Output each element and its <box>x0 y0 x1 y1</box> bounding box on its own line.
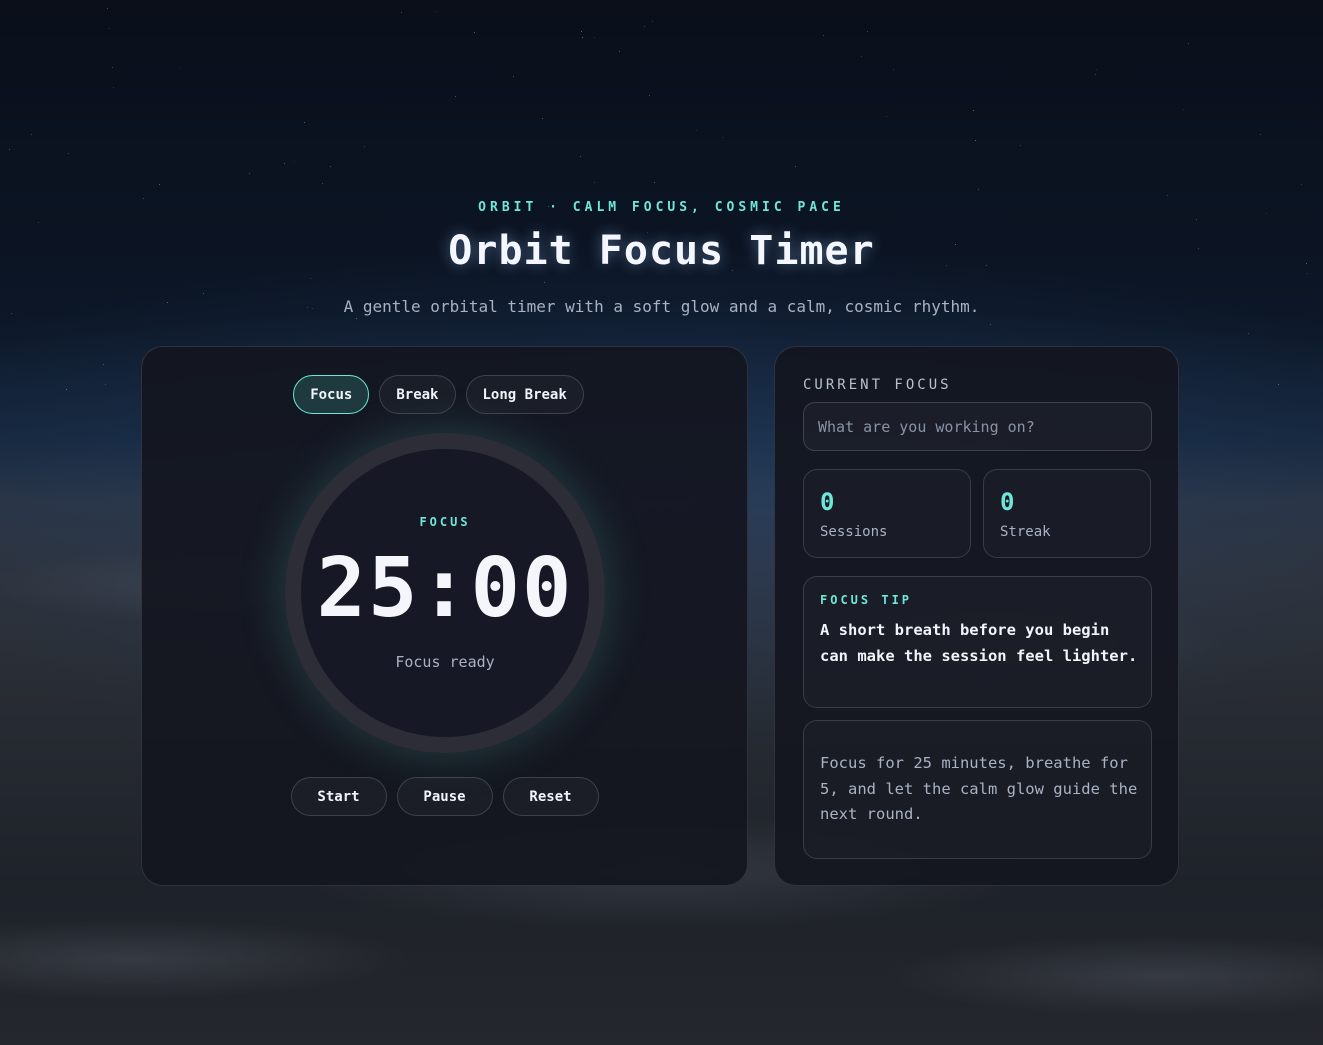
timer-panel: Focus Break Long Break FOCUS 25:00 Focus… <box>141 346 748 886</box>
timer-status: Focus ready <box>395 653 495 671</box>
star <box>1167 195 1168 196</box>
star <box>594 37 595 38</box>
focus-tip-label: FOCUS TIP <box>820 593 913 607</box>
star <box>31 134 32 135</box>
star <box>294 161 295 162</box>
side-panel: CURRENT FOCUS 0 Sessions 0 Streak FOCUS … <box>774 346 1179 886</box>
star <box>66 389 67 390</box>
star <box>1095 74 1096 75</box>
star <box>544 282 545 283</box>
star <box>112 67 113 68</box>
page-title: Orbit Focus Timer <box>448 228 875 274</box>
star <box>330 166 331 167</box>
star <box>644 26 645 27</box>
star <box>68 153 69 154</box>
focus-note-text: Focus for 25 minutes, breathe for 5, and… <box>820 754 1138 823</box>
star <box>1196 219 1197 220</box>
star <box>1278 384 1279 385</box>
timer-controls: Start Pause Reset <box>142 777 747 816</box>
star <box>455 96 456 97</box>
sessions-label: Sessions <box>820 524 888 540</box>
sessions-stat: 0 Sessions <box>803 469 971 558</box>
pause-button[interactable]: Pause <box>396 777 493 816</box>
tab-focus[interactable]: Focus <box>293 375 370 414</box>
star <box>649 95 650 96</box>
star <box>203 293 204 294</box>
tab-break[interactable]: Break <box>379 375 456 414</box>
star <box>474 32 475 33</box>
star <box>180 68 181 69</box>
star <box>159 184 160 185</box>
star <box>795 166 796 167</box>
reset-button[interactable]: Reset <box>502 777 599 816</box>
star <box>581 31 582 32</box>
star <box>284 163 285 164</box>
star <box>105 384 106 385</box>
star <box>113 87 114 88</box>
star <box>893 69 894 70</box>
star <box>364 146 365 147</box>
streak-label: Streak <box>1000 524 1051 540</box>
focus-tip-card: FOCUS TIP A short breath before you begi… <box>803 576 1152 708</box>
star <box>107 8 108 9</box>
star <box>9 149 10 150</box>
star <box>103 364 104 365</box>
streak-value: 0 <box>1000 488 1015 516</box>
star <box>973 110 974 111</box>
star <box>619 51 620 52</box>
page-subtitle: A gentle orbital timer with a soft glow … <box>343 297 980 316</box>
star <box>652 21 653 22</box>
star <box>513 76 514 77</box>
star <box>722 137 723 138</box>
star <box>1260 134 1261 135</box>
star <box>1248 333 1249 334</box>
star <box>1183 109 1184 110</box>
star <box>654 182 655 183</box>
mode-tabs: Focus Break Long Break <box>142 375 747 414</box>
sessions-value: 0 <box>820 488 835 516</box>
timer-mode-label: FOCUS <box>419 515 471 529</box>
star <box>886 116 887 117</box>
star <box>823 35 824 36</box>
star <box>594 182 595 183</box>
star <box>401 12 402 13</box>
star <box>542 118 543 119</box>
star <box>867 31 868 32</box>
star <box>310 278 311 279</box>
star <box>1301 184 1302 185</box>
star <box>1020 145 1021 146</box>
start-button[interactable]: Start <box>290 777 387 816</box>
star <box>322 183 323 184</box>
star <box>696 130 697 131</box>
star <box>978 189 979 190</box>
star <box>580 156 581 157</box>
tab-long-break[interactable]: Long Break <box>465 375 584 414</box>
star <box>436 11 437 12</box>
star <box>990 324 991 325</box>
star <box>861 56 862 57</box>
streak-stat: 0 Streak <box>983 469 1151 558</box>
star <box>356 318 357 319</box>
star <box>975 140 976 141</box>
timer-display: 25:00 <box>316 541 574 636</box>
star <box>582 37 583 38</box>
star <box>143 198 144 199</box>
focus-input[interactable] <box>803 402 1152 451</box>
star <box>1096 69 1097 70</box>
current-focus-label: CURRENT FOCUS <box>803 377 952 393</box>
star <box>1188 43 1189 44</box>
star <box>304 122 305 123</box>
star <box>38 222 39 223</box>
focus-tip-text: A short breath before you begin can make… <box>820 621 1138 665</box>
star <box>109 28 110 29</box>
star <box>249 173 250 174</box>
focus-note-card: Focus for 25 minutes, breathe for 5, and… <box>803 720 1152 859</box>
eyebrow-text: ORBIT · CALM FOCUS, COSMIC PACE <box>478 200 845 215</box>
timer-ring: FOCUS 25:00 Focus ready <box>285 433 605 753</box>
